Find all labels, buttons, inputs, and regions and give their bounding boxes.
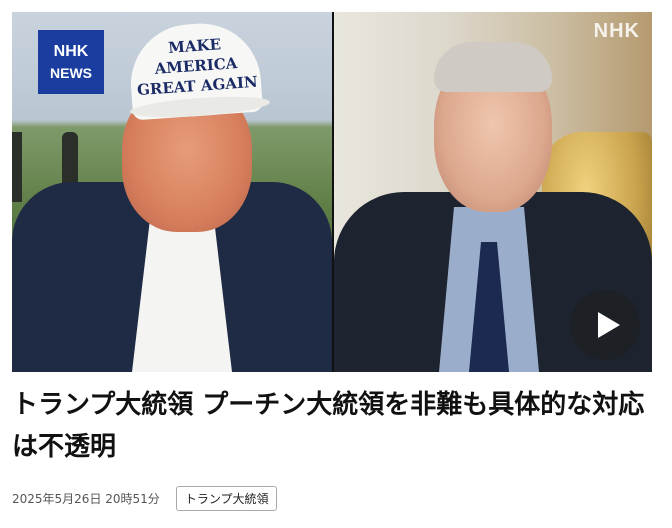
news-logo-text: NEWS (50, 65, 92, 81)
play-icon (598, 312, 620, 338)
topic-tag[interactable]: トランプ大統領 (175, 485, 278, 511)
right-photo-panel: NHK (334, 12, 652, 372)
cap-lettering: MAKE AMERICA GREAT AGAIN (132, 32, 260, 101)
nhk-watermark: NHK (593, 20, 640, 42)
left-photo-panel: MAKE AMERICA GREAT AGAIN NHK NEWS (12, 12, 332, 372)
nhk-logo-text: NHK (53, 43, 89, 60)
hair (434, 42, 552, 92)
publish-date: 2025年5月26日 20時51分 (12, 491, 160, 506)
background-person (12, 132, 22, 202)
article-meta: 2025年5月26日 20時51分 トランプ大統領 (12, 485, 278, 511)
article-headline[interactable]: トランプ大統領 プーチン大統領を非難も具体的な対応は不透明 (12, 384, 652, 468)
nhk-news-logo: NHK NEWS (38, 30, 104, 94)
video-thumbnail[interactable]: MAKE AMERICA GREAT AGAIN NHK NEWS NHK (12, 12, 652, 372)
play-button[interactable] (570, 290, 640, 360)
